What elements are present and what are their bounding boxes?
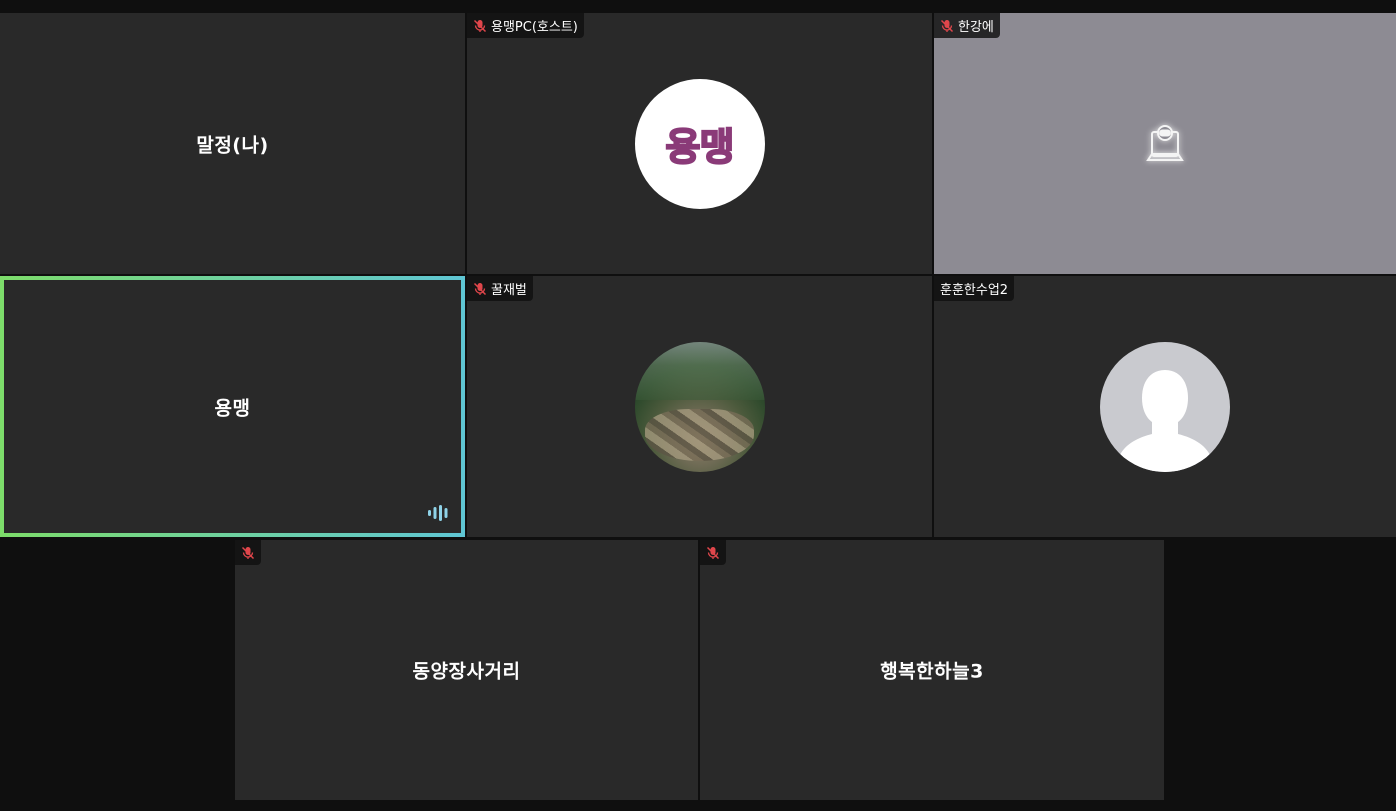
- person-silhouette-icon: [1118, 369, 1212, 472]
- participant-label: [235, 540, 261, 565]
- participant-label: 용맹PC(호스트): [467, 13, 584, 38]
- participant-tile-self[interactable]: 말정(나): [0, 13, 465, 274]
- default-avatar-icon: [1100, 341, 1230, 472]
- participant-label-text: 훈훈한수업2: [940, 283, 1009, 298]
- participant-tile-hangange[interactable]: 한강에: [934, 13, 1396, 274]
- participant-label-text: 용맹PC(호스트): [491, 20, 578, 35]
- participant-label: [700, 540, 726, 565]
- participant-label-text: 한강에: [958, 20, 994, 35]
- participant-tile-yongmaeng[interactable]: 용맹: [0, 276, 465, 537]
- participant-label-text: 꿀재벌: [491, 283, 527, 298]
- participant-tile-dongyang[interactable]: 동양장사거리: [235, 540, 698, 800]
- participant-label: 꿀재벌: [467, 276, 533, 301]
- participant-label: 한강에: [934, 13, 1000, 38]
- mic-off-icon: [473, 19, 487, 32]
- profile-avatar: 용맹: [634, 78, 765, 209]
- avatar-text: 용맹: [665, 124, 736, 170]
- participant-tile-hunhun[interactable]: 훈훈한수업2: [934, 276, 1396, 537]
- camera-connecting-icon: [1146, 124, 1184, 161]
- participant-label: 훈훈한수업2: [934, 276, 1015, 301]
- participant-name: 동양장사거리: [412, 660, 521, 683]
- participant-tile-kkuljaebeol[interactable]: 꿀재벌: [467, 276, 932, 537]
- audio-level-icon: [428, 505, 448, 521]
- participant-name: 행복한하늘3: [880, 660, 984, 683]
- mic-off-icon: [473, 282, 487, 295]
- participant-name: 용맹: [214, 397, 251, 419]
- video-gallery: 말정(나) 용맹PC(호스트) 용맹 한강에 용맹 꿀재벌 훈훈한수업2 동양장…: [0, 0, 1396, 811]
- participant-tile-host[interactable]: 용맹PC(호스트) 용맹: [467, 13, 932, 274]
- mic-off-icon: [940, 19, 954, 32]
- participant-name: 말정(나): [196, 134, 269, 156]
- mic-off-icon: [241, 546, 255, 559]
- mic-off-icon: [706, 546, 720, 559]
- profile-photo-forest-stream: [634, 341, 765, 472]
- participant-tile-haengbok[interactable]: 행복한하늘3: [700, 540, 1164, 800]
